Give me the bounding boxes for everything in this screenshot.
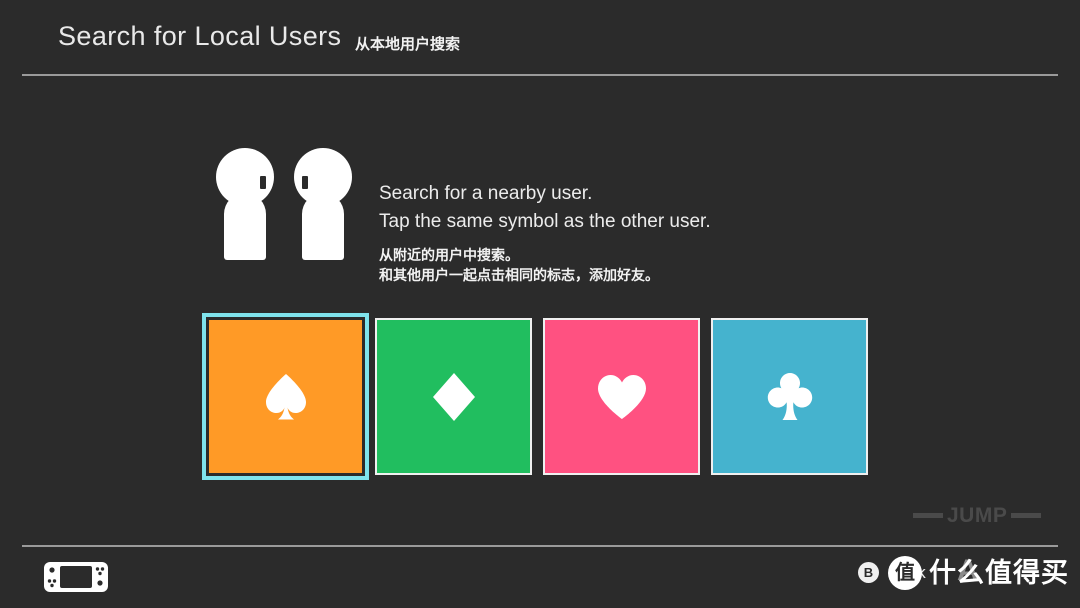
figure-eye — [302, 176, 308, 189]
watermark-overlay-letter: A — [957, 554, 979, 587]
page-title: Search for Local Users — [58, 21, 342, 51]
button-b-glyph: B — [858, 562, 879, 583]
two-users-icon — [216, 148, 352, 260]
jump-label: JUMP — [947, 504, 1008, 527]
page-header: Search for Local Users 从本地用户搜索 — [0, 0, 1080, 75]
user-figure-left — [216, 148, 274, 260]
site-watermark-text: 什么值得买 — [929, 557, 1069, 588]
user-figure-right — [294, 148, 352, 260]
instruction-line-2: Tap the same symbol as the other user. — [379, 211, 711, 232]
jump-watermark: JUMP — [913, 504, 1042, 527]
club-icon — [765, 371, 815, 423]
jump-line-right — [1011, 513, 1042, 518]
jump-line-left — [913, 513, 943, 518]
figure-eye — [260, 176, 266, 189]
symbol-card-club[interactable] — [711, 318, 868, 475]
page-title-chinese: 从本地用户搜索 — [355, 36, 461, 53]
nintendo-switch-icon — [44, 562, 108, 597]
heart-icon — [596, 373, 648, 421]
instructions: Search for a nearby user. Tap the same s… — [379, 180, 859, 285]
spade-icon — [261, 371, 311, 423]
symbol-card-diamond[interactable] — [375, 318, 532, 475]
site-watermark-badge: 值 — [888, 556, 922, 590]
instruction-chinese-line-2: 和其他用户一起点击相同的标志，添加好友。 — [379, 267, 659, 283]
symbol-card-heart[interactable] — [543, 318, 700, 475]
instruction-line-1: Search for a nearby user. — [379, 183, 593, 204]
symbol-card-spade[interactable] — [202, 313, 369, 480]
header-divider — [22, 74, 1058, 76]
footer-divider — [22, 545, 1058, 547]
diamond-icon — [430, 371, 478, 423]
instruction-chinese-line-1: 从附近的用户中搜索。 — [379, 247, 519, 263]
